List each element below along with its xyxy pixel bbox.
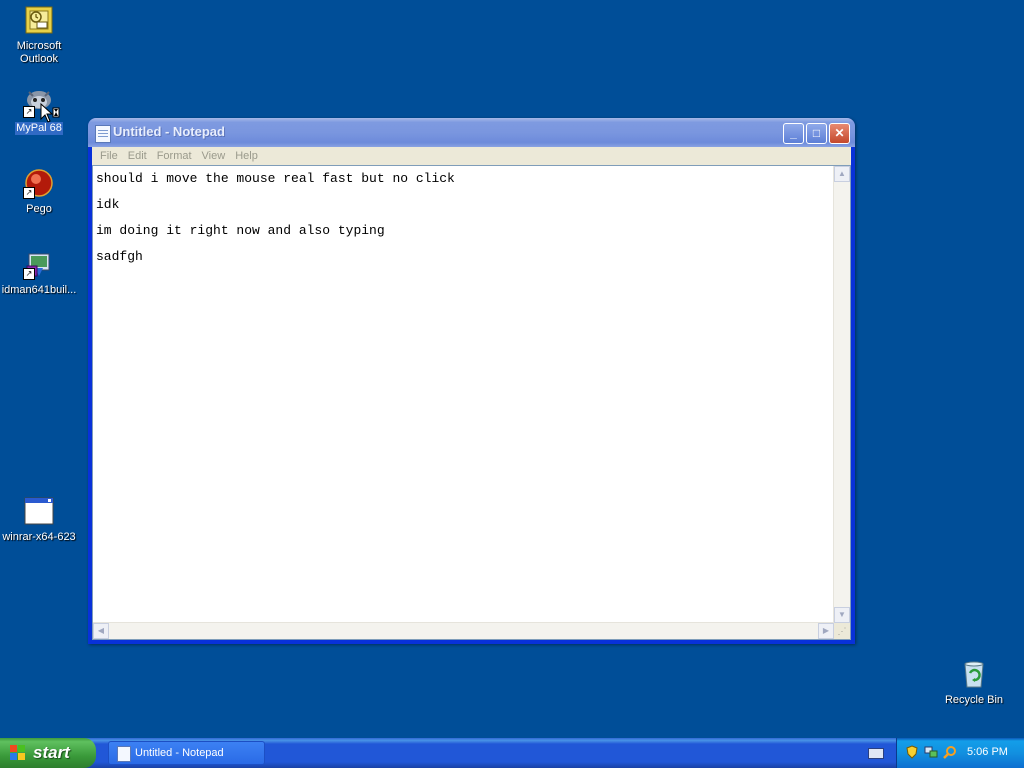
- taskbar-button-notepad[interactable]: Untitled - Notepad: [108, 741, 265, 765]
- shortcut-arrow-icon: ↗: [23, 187, 35, 199]
- start-button[interactable]: start: [0, 738, 96, 768]
- search-icon[interactable]: [943, 745, 957, 759]
- outlook-icon: [23, 4, 55, 36]
- menu-edit[interactable]: Edit: [123, 150, 152, 162]
- mypal-icon: ↗: [23, 86, 60, 123]
- desktop-icon-mypal[interactable]: ↗ MyPal 68: [0, 86, 78, 135]
- window-body: File Edit Format View Help should i move…: [92, 147, 851, 640]
- pego-icon: ↗: [23, 167, 55, 199]
- desktop-icon-label: Recycle Bin: [944, 694, 1004, 706]
- recycle-bin-icon: [958, 658, 990, 690]
- minimize-icon: _: [790, 126, 797, 140]
- shortcut-arrow-icon: ↗: [23, 106, 35, 118]
- minimize-button[interactable]: _: [783, 123, 804, 144]
- menu-view[interactable]: View: [197, 150, 231, 162]
- taskbar: start Untitled - Notepad 5:06 PM: [0, 738, 1024, 768]
- maximize-button[interactable]: □: [806, 123, 827, 144]
- desktop-icon-pego[interactable]: ↗ Pego: [0, 167, 78, 216]
- text-editor[interactable]: should i move the mouse real fast but no…: [92, 165, 851, 640]
- desktop-icon-label: idman641buil...: [1, 284, 77, 296]
- windows-logo-icon: [10, 745, 27, 761]
- start-label: start: [33, 743, 70, 762]
- notepad-window[interactable]: Untitled - Notepad _ □ ✕ File Edit Forma…: [88, 118, 855, 644]
- network-icon[interactable]: [924, 745, 938, 759]
- menu-bar: File Edit Format View Help: [92, 147, 851, 165]
- desktop-icon-recycle-bin[interactable]: Recycle Bin: [935, 658, 1013, 707]
- menu-help[interactable]: Help: [230, 150, 263, 162]
- shortcut-arrow-icon: ↗: [23, 268, 35, 280]
- system-tray: 5:06 PM: [896, 738, 1024, 768]
- scroll-left-button[interactable]: ◀: [93, 623, 109, 639]
- menu-format[interactable]: Format: [152, 150, 197, 162]
- desktop-icon-label: Microsoft Outlook: [16, 40, 62, 65]
- clock: 5:06 PM: [967, 746, 1008, 758]
- desktop-icon-label: Pego: [26, 203, 52, 215]
- close-button[interactable]: ✕: [829, 123, 850, 144]
- application-window-icon: [23, 495, 55, 527]
- scroll-up-button[interactable]: ▲: [834, 166, 850, 182]
- scroll-down-button[interactable]: ▼: [834, 607, 850, 623]
- maximize-icon: □: [812, 126, 821, 140]
- mouse-cursor-icon: [40, 102, 60, 123]
- window-title: Untitled - Notepad: [113, 124, 225, 139]
- desktop-icon-label: winrar-x64-623: [2, 531, 76, 543]
- close-icon: ✕: [834, 126, 845, 140]
- security-shield-icon[interactable]: [905, 745, 919, 759]
- desktop-icon-winrar[interactable]: winrar-x64-623: [0, 495, 78, 544]
- keyboard-icon[interactable]: [868, 748, 884, 759]
- desktop-icon-outlook[interactable]: Microsoft Outlook: [0, 4, 78, 66]
- notepad-icon: [95, 125, 111, 143]
- title-bar[interactable]: Untitled - Notepad _ □ ✕: [88, 118, 855, 147]
- desktop-icon-idman[interactable]: ↗ idman641buil...: [0, 248, 78, 297]
- vertical-scrollbar[interactable]: ▲ ▼: [833, 166, 850, 623]
- installer-icon: ↗: [23, 248, 55, 280]
- scroll-right-button[interactable]: ▶: [818, 623, 834, 639]
- notepad-icon: [117, 746, 131, 762]
- taskbar-button-label: Untitled - Notepad: [135, 747, 224, 759]
- menu-file[interactable]: File: [95, 150, 123, 162]
- resize-grip-icon[interactable]: ⋰: [834, 623, 850, 639]
- editor-content[interactable]: should i move the mouse real fast but no…: [95, 166, 832, 623]
- horizontal-scrollbar[interactable]: ◀ ▶: [93, 622, 834, 639]
